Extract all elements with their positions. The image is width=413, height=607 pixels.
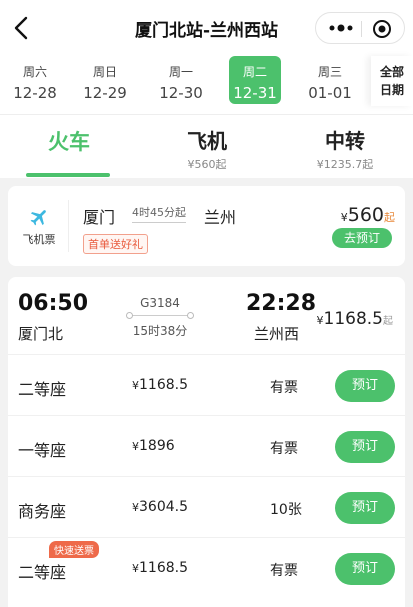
date-weekday: 周一 [168,65,193,79]
more-dots-icon[interactable] [326,21,356,35]
date-weekday: 周日 [92,65,117,79]
tab-label: 中转 [325,129,365,153]
fast-delivery-badge: 快速送票 [49,541,99,558]
tab-label: 火车 [48,130,90,154]
train-number: G3184 [140,296,180,310]
plane-icon [30,210,46,226]
tab-sub-price: ¥1235.7起 [316,158,374,171]
seat-class: 二等座 [18,380,67,399]
book-button[interactable]: 预订 [335,431,395,463]
seat-class: 商务座 [18,502,67,521]
currency-symbol: ¥ [132,562,139,575]
seat-price: ¥1168.5 [132,560,188,576]
currency-symbol: ¥ [316,314,324,327]
currency-symbol: ¥ [132,440,139,453]
book-button[interactable]: 预订 [335,370,395,402]
flight-price-value: 560 [347,204,384,226]
flight-price: ¥560起 [341,204,395,226]
date-value: 12-31 [233,84,277,102]
date-selector: 周六 12-28 周日 12-29 周一 12-30 周二 12-31 周三 0… [0,56,413,114]
seat-row: 快速送票 二等座 ¥1168.5 有票 预订 [8,538,405,599]
flight-to: 兰州 [204,208,237,227]
nav-header: 厦门北站-兰州西站 [0,0,413,56]
date-weekday: 周三 [317,65,342,79]
flight-duration: 4时45分起 [132,204,186,223]
seat-price: ¥3604.5 [132,499,188,515]
seat-price-value: 3604.5 [139,499,188,515]
tab-label: 飞机 [187,129,227,153]
flight-book-button[interactable]: 去预订 [332,228,392,248]
seat-row: 一等座 ¥1896 有票 预订 [8,416,405,477]
date-value: 01-01 [308,84,352,102]
flight-ticket-label: 飞机票 [22,233,56,246]
date-item-2[interactable]: 周一 12-30 [146,56,216,106]
train-price-value: 1168.5 [323,309,383,329]
all-dates-line1: 全部 [379,65,404,79]
date-item-0[interactable]: 周六 12-28 [0,56,70,106]
date-item-3-selected[interactable]: 周二 12-31 [229,56,281,104]
seat-availability: 10张 [270,502,302,518]
tab-flight[interactable]: 飞机 ¥560起 [138,115,276,179]
price-suffix: 起 [383,316,393,327]
mini-program-capsule [315,12,405,44]
currency-symbol: ¥ [340,211,348,224]
seat-price-value: 1168.5 [139,560,188,576]
seat-price: ¥1168.5 [132,377,188,393]
tab-sub-price: ¥560起 [187,158,227,171]
seat-price-value: 1168.5 [139,377,188,393]
seat-row: 商务座 ¥3604.5 10张 预订 [8,477,405,538]
first-order-gift-badge: 首单送好礼 [83,234,148,254]
date-weekday: 周六 [22,65,47,79]
price-suffix: 起 [384,211,395,224]
all-dates-line2: 日期 [379,83,404,97]
date-weekday: 周二 [242,65,267,79]
currency-symbol: ¥ [132,379,139,392]
departure-time: 06:50 [18,291,89,316]
seat-class: 一等座 [18,441,67,460]
close-target-icon[interactable] [372,19,392,39]
train-price: ¥1168.5起 [317,309,393,329]
seat-availability: 有票 [270,563,298,579]
tab-transfer[interactable]: 中转 ¥1235.7起 [276,115,413,179]
capsule-divider [361,21,362,37]
route-line [126,312,194,319]
date-value: 12-30 [159,84,203,102]
departure-station: 厦门北 [18,325,64,343]
seat-row: 二等座 ¥1168.5 有票 预订 [8,355,405,416]
seat-price-value: 1896 [139,438,175,454]
train-card: 06:50 厦门北 G3184 15时38分 22:28 兰州西 ¥1168.5… [8,277,405,607]
train-duration: 15时38分 [132,324,188,338]
book-button[interactable]: 预订 [335,492,395,524]
flight-from: 厦门 [83,208,116,227]
date-value: 12-28 [13,84,57,102]
all-dates-button[interactable]: 全部 日期 [371,56,413,106]
book-button[interactable]: 预订 [335,553,395,585]
seat-price: ¥1896 [132,438,175,454]
date-value: 12-29 [83,84,127,102]
train-summary[interactable]: 06:50 厦门北 G3184 15时38分 22:28 兰州西 ¥1168.5… [8,277,405,355]
date-item-4[interactable]: 周三 01-01 [295,56,365,106]
arrival-time: 22:28 [246,291,317,316]
date-item-1[interactable]: 周日 12-29 [70,56,140,106]
seat-class: 二等座 [18,563,67,582]
seat-availability: 有票 [270,380,298,396]
tab-train[interactable]: 火车 [0,115,138,179]
currency-symbol: ¥ [132,501,139,514]
active-tab-indicator [26,173,110,177]
flight-promo-card[interactable]: 飞机票 厦门 4时45分起 兰州 首单送好礼 ¥560起 去预订 [8,186,405,266]
arrival-station: 兰州西 [254,325,300,343]
transport-mode-tabs: 火车 飞机 ¥560起 中转 ¥1235.7起 [0,114,413,178]
flight-card-divider [68,200,69,252]
seat-availability: 有票 [270,441,298,457]
